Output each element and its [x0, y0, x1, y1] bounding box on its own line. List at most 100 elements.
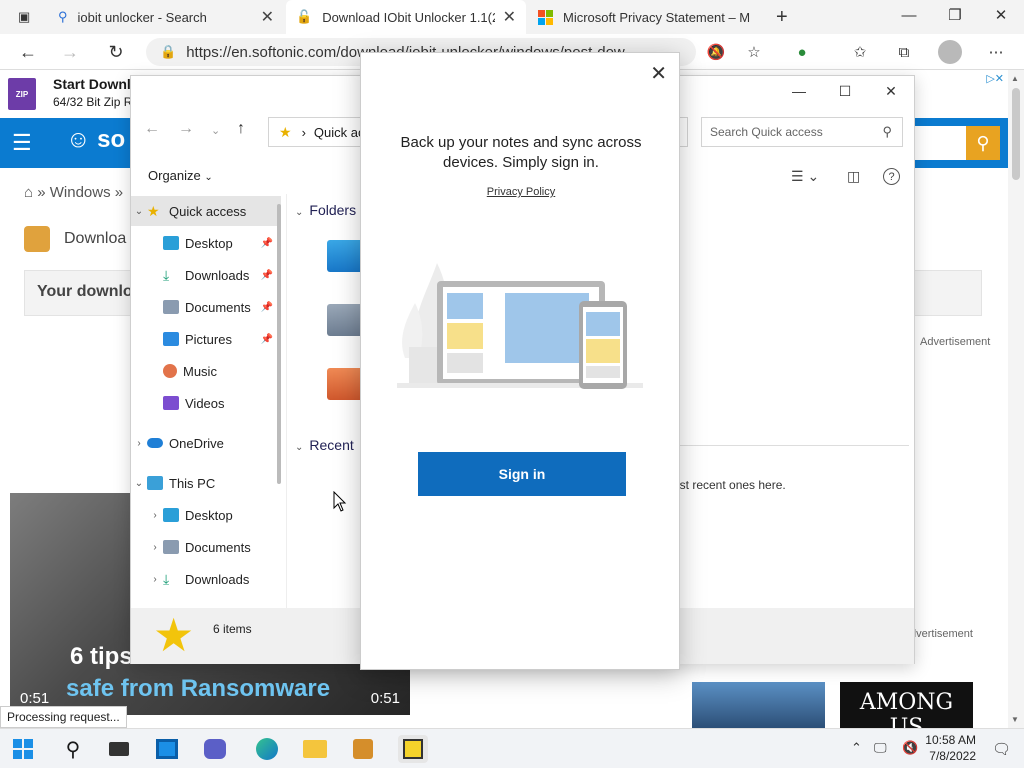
chevron-down-icon[interactable]: ⌄	[131, 478, 147, 489]
tab-microsoft-privacy[interactable]: Microsoft Privacy Statement – M	[528, 0, 764, 34]
close-window-button[interactable]: ✕	[978, 0, 1024, 30]
sidebar-item-pictures[interactable]: Pictures 📌	[131, 324, 281, 354]
folders-section-header[interactable]: ⌄ Folders	[295, 202, 356, 218]
up-arrow-icon[interactable]: ↑	[237, 120, 245, 138]
sidebar-item-this-pc[interactable]: ⌄ This PC	[131, 468, 281, 498]
privacy-policy-link[interactable]: Privacy Policy	[361, 186, 681, 198]
maximize-icon: ☐	[838, 82, 852, 99]
forward-button[interactable]: →	[56, 38, 84, 66]
preview-pane-icon[interactable]: ◫	[847, 168, 860, 185]
sidebar-item-label: Downloads	[185, 267, 250, 283]
star-icon: ★	[147, 203, 160, 219]
scroll-thumb[interactable]	[1012, 88, 1020, 180]
search-taskbar-button[interactable]: ⚲	[58, 735, 88, 763]
folder-desktop-icon[interactable]	[327, 240, 363, 272]
folder-documents-icon[interactable]	[327, 304, 363, 336]
sidebar-item-pc-downloads[interactable]: › ⤓ Downloads	[131, 564, 281, 594]
refresh-button[interactable]: ↻	[102, 38, 130, 66]
new-tab-button[interactable]: +	[766, 0, 800, 34]
sticky-notes-taskbar-button[interactable]	[398, 735, 428, 763]
add-favorite-icon[interactable]: ☆	[742, 40, 766, 64]
profile-avatar[interactable]	[938, 40, 962, 64]
tab-search[interactable]: ⚲ iobit unlocker - Search ✕	[48, 0, 284, 34]
settings-more-icon[interactable]: ⋯	[984, 40, 1008, 64]
back-arrow-icon[interactable]: ←	[144, 120, 160, 138]
task-view-button[interactable]	[104, 735, 134, 763]
speaker-muted-icon[interactable]: 🔇	[902, 740, 918, 756]
teams-chat-button[interactable]	[200, 735, 230, 763]
restore-button[interactable]: ❐	[932, 0, 978, 30]
hamburger-menu-icon[interactable]: ☰	[12, 130, 32, 156]
display-icon[interactable]: 🖵	[874, 740, 887, 756]
sticky-notes-signin-dialog: ✕ Back up your notes and sync across dev…	[360, 52, 680, 670]
chevron-up-icon[interactable]: ⌃	[851, 740, 862, 756]
back-button[interactable]: ←	[14, 38, 42, 66]
sidebar-item-onedrive[interactable]: › OneDrive	[131, 428, 281, 458]
sidebar-item-music[interactable]: Music	[131, 356, 281, 386]
chevron-right-icon[interactable]: ›	[147, 574, 163, 585]
breadcrumb-windows[interactable]: Windows »	[50, 184, 123, 201]
explorer-search-input[interactable]: Search Quick access ⚲	[701, 117, 903, 147]
iobit-taskbar-button[interactable]	[348, 735, 378, 763]
chevron-right-icon[interactable]: ›	[147, 510, 163, 521]
organize-menu[interactable]: Organize ⌄	[148, 168, 213, 183]
home-icon[interactable]: ⌂	[24, 184, 33, 201]
sidebar-item-documents[interactable]: Documents 📌	[131, 292, 281, 322]
item-count: 6 items	[213, 622, 252, 636]
favorites-icon[interactable]: ✩	[848, 40, 872, 64]
plus-icon: +	[776, 5, 788, 28]
minimize-button[interactable]: —	[886, 0, 932, 30]
mouse-pointer-icon	[333, 491, 347, 512]
sidebar-item-desktop[interactable]: Desktop 📌	[131, 228, 281, 258]
explorer-minimize-button[interactable]: —	[779, 80, 819, 102]
forward-arrow-icon[interactable]: →	[178, 120, 194, 138]
start-button[interactable]	[8, 735, 38, 763]
scroll-down-icon[interactable]: ▼	[1011, 715, 1019, 724]
scroll-up-icon[interactable]: ▲	[1011, 74, 1019, 83]
chevron-right-icon[interactable]: ›	[147, 542, 163, 553]
recent-locations-icon[interactable]: ⌄	[211, 124, 220, 137]
dialog-close-button[interactable]: ✕	[650, 61, 667, 86]
game-thumbnail[interactable]: AMONG US	[840, 682, 973, 740]
arrow-right-icon: →	[61, 41, 79, 62]
close-tab-icon[interactable]: ✕	[261, 7, 274, 27]
help-icon[interactable]: ?	[883, 168, 900, 185]
sidebar-item-pc-desktop[interactable]: › Desktop	[131, 500, 281, 530]
sidebar-item-quick-access[interactable]: ⌄ ★ Quick access	[131, 196, 281, 226]
tab-actions-button[interactable]: ▣	[8, 0, 42, 34]
blocked-notification-icon[interactable]: 🔕	[704, 40, 728, 64]
ad-choices-icon[interactable]: ▷✕	[986, 72, 1004, 85]
close-tab-icon[interactable]: ✕	[503, 7, 516, 27]
file-explorer-taskbar-button[interactable]	[300, 735, 330, 763]
site-search-button[interactable]: ⚲	[966, 126, 1000, 160]
navigation-pane-scrollbar[interactable]	[277, 204, 281, 484]
sidebar-item-label: This PC	[169, 475, 216, 491]
refresh-icon: ↻	[108, 41, 124, 62]
download-banner-subtitle: 64/32 Bit Zip R	[53, 95, 133, 109]
sidebar-item-downloads[interactable]: ⤓ Downloads 📌	[131, 260, 281, 290]
tab-softonic[interactable]: 🔓 Download IObit Unlocker 1.1(20 ✕	[286, 0, 526, 34]
sign-in-button[interactable]: Sign in	[418, 452, 626, 496]
notifications-icon[interactable]: 🗨	[992, 740, 1011, 758]
edge-taskbar-button[interactable]	[252, 735, 282, 763]
chevron-down-icon[interactable]: ⌄	[131, 206, 147, 217]
chat-icon	[204, 739, 226, 759]
clock-time: 10:58 AM	[925, 733, 976, 747]
folder-music-icon[interactable]	[327, 368, 363, 400]
clock[interactable]: 10:58 AM 7/8/2022	[925, 732, 976, 764]
collections-icon[interactable]: ⧉	[892, 40, 916, 64]
pane-divider[interactable]	[286, 194, 287, 608]
game-thumbnail[interactable]	[692, 682, 825, 728]
page-scrollbar[interactable]: ▲ ▼	[1008, 70, 1024, 728]
widgets-button[interactable]	[152, 735, 182, 763]
softonic-logo[interactable]: ☺ so	[66, 126, 125, 154]
recent-section-header[interactable]: ⌄ Recent	[295, 437, 354, 453]
sidebar-item-pc-documents[interactable]: › Documents	[131, 532, 281, 562]
chevron-right-icon[interactable]: ›	[131, 438, 147, 449]
pictures-icon	[163, 332, 179, 346]
explorer-maximize-button[interactable]: ☐	[825, 80, 865, 102]
extension-icon[interactable]: ●	[790, 40, 814, 64]
view-options-icon[interactable]: ☰ ⌄	[791, 168, 819, 185]
sidebar-item-videos[interactable]: Videos	[131, 388, 281, 418]
explorer-close-button[interactable]: ✕	[871, 80, 911, 102]
